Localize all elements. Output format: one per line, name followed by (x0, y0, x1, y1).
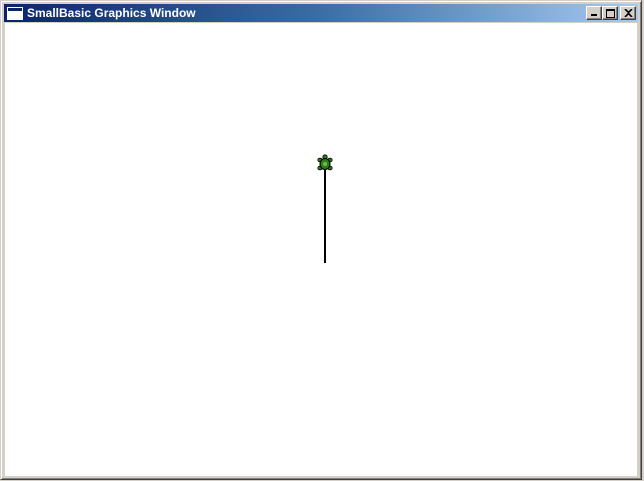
close-icon (624, 9, 633, 17)
turtle-drawing-surface (317, 154, 333, 263)
window-title: SmallBasic Graphics Window (27, 6, 196, 20)
graphics-window: SmallBasic Graphics Window (0, 0, 642, 480)
caption-buttons (586, 6, 636, 20)
close-button[interactable] (620, 6, 636, 20)
graphics-canvas[interactable] (5, 23, 637, 476)
title-bar[interactable]: SmallBasic Graphics Window (4, 4, 638, 22)
window-app-icon[interactable] (7, 6, 23, 20)
minimize-button[interactable] (586, 6, 602, 20)
turtle-icon (317, 154, 333, 171)
maximize-button[interactable] (602, 6, 618, 20)
